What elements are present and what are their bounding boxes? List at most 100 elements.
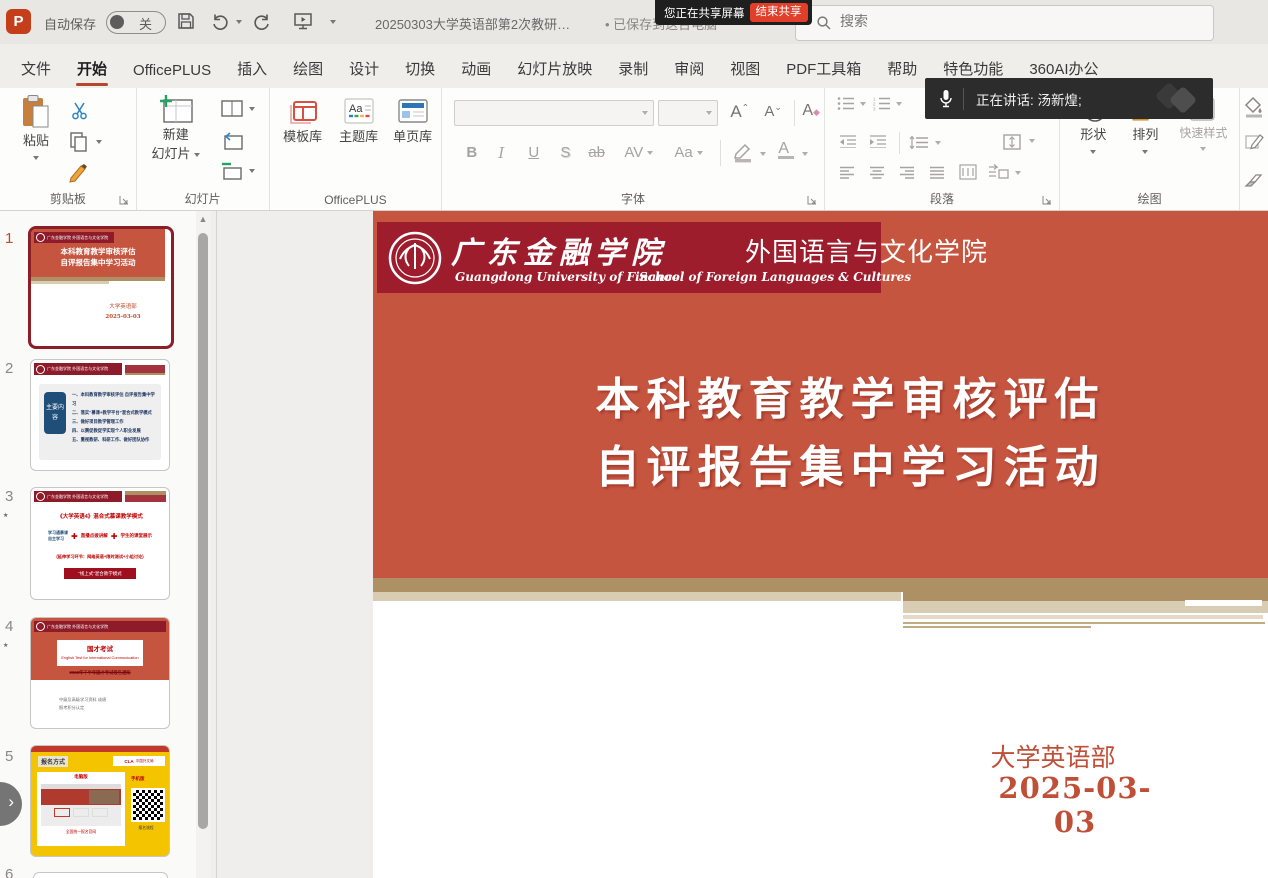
eraser-button[interactable] [1244,172,1264,190]
slide-date-text[interactable]: 2025-03-03 [985,771,1165,839]
slide-thumbnail-2[interactable]: 广东金融学院 外国语言与文化学院 主要内容 一、本科教育教学审核评估 自评报告集… [30,359,170,471]
align-left-button[interactable] [839,166,855,179]
justify-button[interactable] [929,166,945,179]
smartart-convert-button[interactable] [987,164,1009,180]
text-shadow-button[interactable]: S [560,144,570,161]
font-size-select[interactable] [658,100,718,126]
format-painter-button[interactable] [68,162,90,184]
slide-thumbnail-5[interactable]: 报名方式 CLA中国外文局 电脑版 全国统一报名官网 手机版 报名流程 [30,745,170,857]
shape-outline-button[interactable] [1244,132,1264,154]
tab-transitions[interactable]: 切换 [392,50,448,88]
text-direction-dropdown[interactable] [1029,139,1035,143]
template-library-button[interactable]: 模板库 [276,96,330,145]
tab-officeplus[interactable]: OfficePLUS [120,54,224,88]
underline-button[interactable]: U [528,144,539,161]
paste-icon [20,94,52,130]
clear-formatting-button[interactable]: A◆ [802,102,820,120]
reset-slide-button[interactable] [221,132,243,150]
slide-canvas[interactable]: 广东金融学院 外国语言与文化学院 Guangdong University of… [373,211,1268,878]
cut-button[interactable] [70,101,89,120]
slide-number-3: 3 [5,488,27,505]
tab-pdf-toolbox[interactable]: PDF工具箱 [773,50,874,88]
tab-design[interactable]: 设计 [336,50,392,88]
page-library-button[interactable]: 单页库 [386,96,440,145]
undo-button[interactable] [210,11,230,31]
increase-indent-button[interactable] [869,134,887,148]
autosave-toggle[interactable]: 关 [106,11,166,34]
slide-number-1: 1 [5,230,27,247]
tab-review[interactable]: 审阅 [661,50,717,88]
tab-record[interactable]: 录制 [605,50,661,88]
smartart-dropdown[interactable] [1015,171,1021,175]
slide-title-line1[interactable]: 本科教育教学审核评估 [578,363,1123,427]
change-case-button[interactable]: Aa [674,144,703,161]
columns-button[interactable] [959,164,977,180]
paste-button[interactable]: 粘贴 [10,94,62,164]
tab-animations[interactable]: 动画 [448,50,504,88]
slide-thumbnail-3[interactable]: 广东金融学院 外国语言与文化学院 《大学英语4》混合式慕课教学模式 学习通慕课自… [30,487,170,600]
strikethrough-button[interactable]: ab [588,144,605,161]
clipboard-dialog-launcher[interactable] [119,195,129,205]
undo-dropdown[interactable] [236,20,242,24]
grow-font-button[interactable]: A⌃ [730,102,749,122]
bullets-dropdown[interactable] [860,102,866,106]
shrink-font-button[interactable]: A⌄ [764,102,782,120]
tab-help[interactable]: 帮助 [874,50,930,88]
line-spacing-dropdown[interactable] [935,141,941,145]
scroll-up-arrow[interactable]: ▲ [198,214,208,224]
new-slide-button[interactable]: 新建 幻灯片 [143,94,209,162]
italic-button[interactable]: I [498,144,504,162]
redo-button[interactable] [252,11,272,31]
line-spacing-button[interactable] [909,136,929,149]
tab-draw[interactable]: 绘图 [280,50,336,88]
align-center-button[interactable] [869,166,885,179]
align-right-button[interactable] [899,166,915,179]
text-direction-button[interactable] [1001,132,1023,152]
paragraph-dialog-launcher[interactable] [1042,195,1052,205]
character-spacing-button[interactable]: AV [624,144,653,161]
school-banner[interactable]: 广东金融学院 外国语言与文化学院 Guangdong University of… [377,222,881,293]
search-icon [816,15,832,31]
slide-thumbnail-1[interactable]: 广东金融学院 外国语言与文化学院 本科教育教学审核评估 自评报告集中学习活动 大… [28,226,174,349]
font-name-select[interactable] [454,100,654,126]
slideshow-button[interactable] [292,11,314,31]
highlight-color-button[interactable] [732,142,754,164]
panel-scrollbar-thumb[interactable] [198,233,208,829]
section-dropdown[interactable] [249,169,255,173]
slide-thumbnail-4[interactable]: 广东金融学院 外国语言与文化学院 国才考试 English Test for I… [30,617,170,729]
slide-thumbnail-6[interactable] [33,872,168,878]
template-library-icon [286,96,320,126]
font-color-button[interactable]: A [778,140,794,159]
slide-dept-text[interactable]: 大学英语部 [973,738,1133,774]
qr-code [131,788,165,822]
bullets-button[interactable] [837,96,855,111]
format-painter-icon [68,162,90,184]
section-button[interactable] [221,162,243,180]
tab-slideshow[interactable]: 幻灯片放映 [504,50,605,88]
tab-insert[interactable]: 插入 [224,50,280,88]
save-button[interactable] [176,11,196,31]
layout-dropdown[interactable] [249,107,255,111]
shape-fill-button[interactable] [1244,96,1264,118]
bold-button[interactable]: B [466,144,477,161]
search-box[interactable] [795,5,1214,41]
quick-access-dropdown[interactable] [330,20,336,24]
layout-button[interactable] [221,100,243,117]
theme-library-button[interactable]: Aa 主题库 [332,96,386,145]
font-group: A⌃ A⌄ A◆ B I U S ab AV Aa A 字体 [442,88,824,210]
slide-title-line2[interactable]: 自评报告集中学习活动 [578,431,1123,495]
numbering-dropdown[interactable] [896,102,902,106]
font-dialog-launcher[interactable] [807,195,817,205]
copy-button[interactable] [68,131,88,153]
tab-home[interactable]: 开始 [64,50,120,88]
decrease-indent-button[interactable] [839,134,857,148]
search-input[interactable] [838,12,1182,30]
numbering-button[interactable]: 123 [873,96,891,111]
font-color-dropdown[interactable] [802,152,808,156]
copy-dropdown[interactable] [96,140,102,144]
drawing-group-label: 绘图 [1060,190,1239,207]
end-share-button[interactable]: 结束共享 [750,3,808,22]
tab-file[interactable]: 文件 [8,50,64,88]
highlight-dropdown[interactable] [760,152,766,156]
tab-view[interactable]: 视图 [717,50,773,88]
